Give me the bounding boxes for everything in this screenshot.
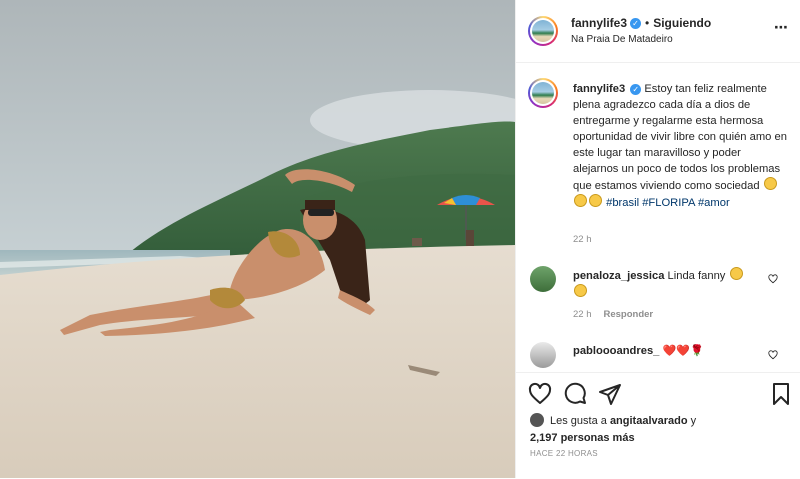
hashtag-link[interactable]: #FLORIPA — [642, 197, 695, 209]
commenter-username[interactable]: pabloooandres_ — [573, 345, 659, 357]
liker-username[interactable]: angitaalvarado — [610, 415, 688, 427]
post-photo[interactable] — [0, 0, 515, 478]
caption-username[interactable]: fannylife3 — [573, 83, 625, 95]
kissing-face-emoji-icon — [729, 267, 743, 280]
caption-author-avatar[interactable] — [528, 78, 558, 108]
caption-text: fannylife3 ✓ Estoy tan feliz realmente pl… — [573, 81, 789, 211]
caption-time[interactable]: 22 h — [573, 234, 592, 245]
hashtag-link[interactable]: #brasil — [606, 197, 639, 209]
comments-section: fannylife3 ✓ Estoy tan feliz realmente pl… — [516, 62, 800, 372]
red-heart-emoji-icon: ❤️ — [676, 345, 690, 357]
beach-photo-illustration — [0, 0, 515, 478]
post-actions-bar: Les gusta a angitaalvarado y 2,197 perso… — [516, 372, 800, 479]
comment-time[interactable]: 22 h — [573, 309, 592, 320]
post-location[interactable]: Na Praia De Matadeiro — [571, 34, 673, 45]
likes-count-link[interactable]: 2,197 personas más — [530, 432, 635, 444]
following-button[interactable]: Siguiendo — [653, 16, 711, 30]
likes-connector: y — [690, 415, 697, 427]
comment-body: Linda fanny — [667, 270, 726, 282]
comment-text: pabloooandres_ ❤️❤️🌹 — [573, 343, 773, 359]
hashtag-link[interactable]: #amor — [698, 197, 730, 209]
kissing-face-emoji-icon — [574, 284, 587, 297]
post-side-panel: fannylife3 ✓ • Siguiendo Na Praia De Matade… — [515, 0, 800, 478]
comment-bubble-icon[interactable] — [563, 382, 587, 406]
verified-badge-icon: ✓ — [630, 18, 642, 30]
author-username[interactable]: fannylife3 — [571, 16, 627, 30]
likes-summary: Les gusta a angitaalvarado y 2,197 perso… — [530, 413, 696, 447]
share-paper-plane-icon[interactable] — [598, 382, 622, 406]
like-heart-icon[interactable] — [528, 382, 552, 406]
reply-button[interactable]: Responder — [604, 309, 654, 320]
post-timestamp[interactable]: HACE 22 HORAS — [530, 449, 598, 458]
rose-emoji-icon: 🌹 — [689, 345, 704, 357]
more-options-icon[interactable]: ⋯ — [774, 19, 789, 36]
likes-prefix: Les gusta a — [550, 415, 607, 427]
pensive-face-emoji-icon — [763, 177, 777, 190]
smiling-face-emoji-icon — [589, 194, 602, 207]
comment-text: penaloza_jessica Linda fanny — [573, 267, 773, 301]
commenter-avatar[interactable] — [530, 266, 556, 292]
liker-avatar[interactable] — [530, 413, 544, 427]
comment-meta: 22 h Responder — [573, 309, 653, 320]
commenter-username[interactable]: penaloza_jessica — [573, 270, 664, 282]
header-user-line: fannylife3 ✓ • Siguiendo — [571, 16, 711, 30]
instagram-post-window: fannylife3 ✓ • Siguiendo Na Praia De Matade… — [0, 0, 800, 478]
like-comment-heart-icon[interactable] — [768, 350, 778, 360]
author-avatar[interactable] — [528, 16, 558, 46]
save-bookmark-icon[interactable] — [769, 382, 793, 406]
caption-body: Estoy tan feliz realmente plena agradezc… — [573, 83, 787, 192]
commenter-avatar[interactable] — [530, 342, 556, 368]
smiling-face-emoji-icon — [574, 194, 587, 207]
verified-badge-icon: ✓ — [630, 83, 642, 95]
red-heart-emoji-icon: ❤️ — [662, 345, 677, 357]
like-comment-heart-icon[interactable] — [768, 274, 778, 284]
separator-dot: • — [645, 16, 650, 30]
post-header: fannylife3 ✓ • Siguiendo Na Praia De Matade… — [516, 0, 800, 63]
